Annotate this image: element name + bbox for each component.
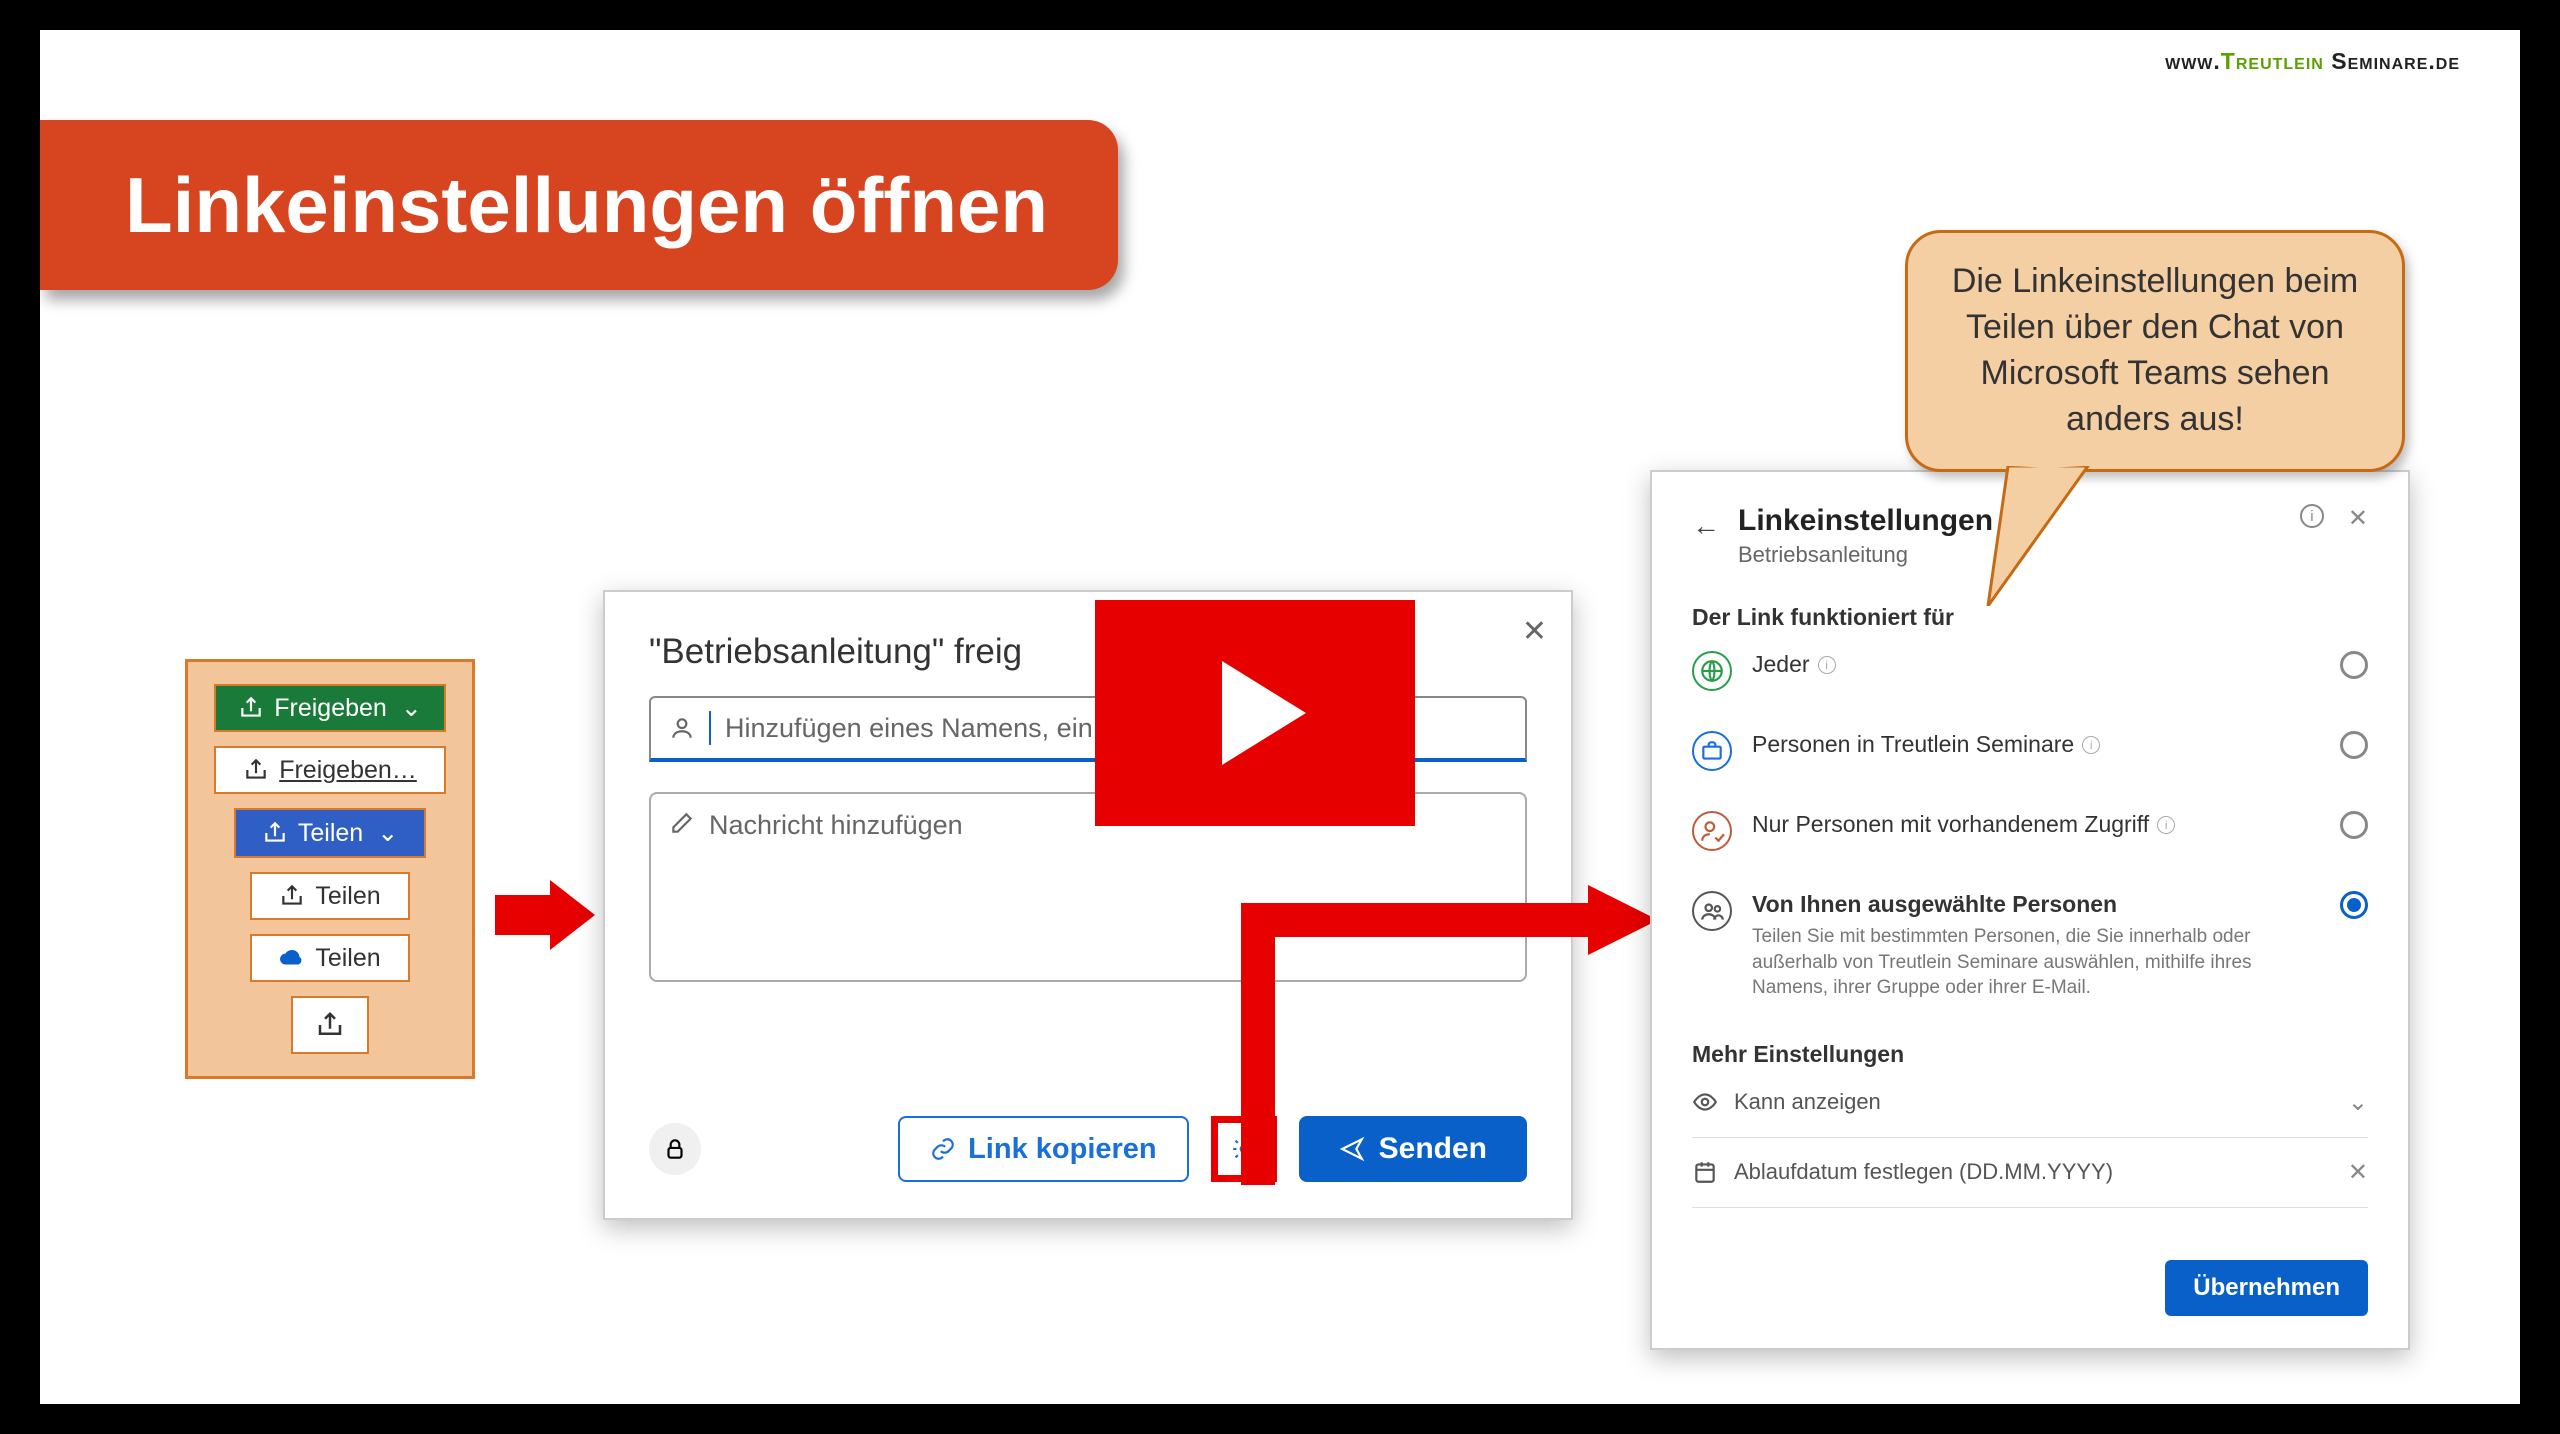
share-icon-only-button[interactable] (291, 996, 369, 1054)
eye-icon (1692, 1089, 1718, 1115)
name-input-placeholder: Hinzufügen eines Namens, ein (725, 713, 1093, 744)
radio-specific[interactable] (2340, 891, 2368, 919)
send-button[interactable]: Senden (1299, 1116, 1527, 1182)
freigeben-green-label: Freigeben (274, 694, 387, 723)
copy-link-button[interactable]: Link kopieren (898, 1116, 1189, 1182)
calendar-icon (1692, 1159, 1718, 1185)
info-icon: i (1818, 656, 1836, 674)
video-play-button[interactable] (1095, 600, 1415, 826)
link-settings-gear-button[interactable] (1211, 1116, 1277, 1182)
share-icon (315, 1010, 345, 1040)
share-icon (279, 883, 305, 909)
person-icon (669, 715, 695, 741)
option-organization-label: Personen in Treutlein Seminare (1752, 731, 2074, 758)
chevron-down-icon: ⌄ (2348, 1088, 2368, 1117)
close-button[interactable]: ✕ (2348, 504, 2368, 533)
send-icon (1339, 1136, 1365, 1162)
permission-label: Kann anzeigen (1734, 1089, 1881, 1115)
freigeben-white-button[interactable]: Freigeben… (214, 746, 446, 794)
permission-row[interactable]: Kann anzeigen ⌄ (1692, 1068, 2368, 1138)
freigeben-green-button[interactable]: Freigeben ⌄ (214, 684, 446, 732)
option-anyone-label: Jeder (1752, 651, 1810, 678)
expiry-row[interactable]: Ablaufdatum festlegen (DD.MM.YYYY) ✕ (1692, 1138, 2368, 1208)
share-icon (238, 695, 264, 721)
settings-title: Linkeinstellungen (1738, 504, 1993, 538)
play-icon (1222, 661, 1306, 765)
freigeben-white-label: Freigeben… (279, 756, 417, 785)
teilen-blue-button[interactable]: Teilen ⌄ (234, 808, 426, 858)
person-check-icon (1692, 811, 1732, 851)
info-icon: i (2157, 816, 2175, 834)
share-icon (243, 757, 269, 783)
link-icon (930, 1136, 956, 1162)
expiry-placeholder: Ablaufdatum festlegen (DD.MM.YYYY) (1734, 1159, 2113, 1185)
back-button[interactable]: ← (1692, 510, 1720, 542)
callout-bubble: Die Linkeinstellungen beim Teilen über d… (1905, 230, 2405, 472)
share-dialog: ✕ "Betriebsanleitung" freig Hinzufügen e… (603, 590, 1573, 1220)
option-specific-desc: Teilen Sie mit bestimmten Personen, die … (1752, 924, 2272, 1001)
globe-icon (1692, 651, 1732, 691)
lock-button[interactable] (649, 1123, 701, 1175)
brand-url: www.Treutlein Seminare.de (2165, 48, 2460, 75)
more-settings-label: Mehr Einstellungen (1692, 1041, 2368, 1068)
chevron-down-icon: ⌄ (401, 693, 422, 723)
teilen-white-label: Teilen (315, 882, 380, 911)
option-existing-label: Nur Personen mit vorhandenem Zugriff (1752, 811, 2149, 838)
option-organization[interactable]: Personen in Treutlein Seminare i (1692, 711, 2368, 791)
clear-icon[interactable]: ✕ (2348, 1158, 2368, 1187)
link-settings-panel: ← Linkeinstellungen Betriebsanleitung i … (1650, 470, 2410, 1350)
share-icon (262, 820, 288, 846)
arrow-indicator-1 (495, 880, 595, 950)
share-buttons-panel: Freigeben ⌄ Freigeben… Teilen ⌄ Teilen T… (185, 659, 475, 1079)
pencil-icon (669, 810, 695, 836)
apply-label: Übernehmen (2193, 1274, 2340, 1301)
slide-title-banner: Linkeinstellungen öffnen (40, 120, 1118, 290)
apply-button[interactable]: Übernehmen (2165, 1260, 2368, 1316)
section-label: Der Link funktioniert für (1692, 604, 2368, 631)
teilen-onedrive-button[interactable]: Teilen (250, 934, 410, 982)
teilen-blue-label: Teilen (298, 819, 363, 848)
teilen-white-button[interactable]: Teilen (250, 872, 410, 920)
option-anyone[interactable]: Jederi (1692, 631, 2368, 711)
info-icon: i (2082, 736, 2100, 754)
teilen-onedrive-label: Teilen (315, 944, 380, 973)
chevron-down-icon: ⌄ (377, 818, 398, 848)
radio-anyone[interactable] (2340, 651, 2368, 679)
slide-title: Linkeinstellungen öffnen (125, 160, 1048, 251)
option-specific-people[interactable]: Von Ihnen ausgewählte Personen Teilen Si… (1692, 871, 2368, 1021)
copy-link-label: Link kopieren (968, 1133, 1157, 1166)
option-specific-label: Von Ihnen ausgewählte Personen (1752, 891, 2117, 918)
callout-text: Die Linkeinstellungen beim Teilen über d… (1952, 262, 2358, 438)
text-cursor (709, 711, 711, 745)
send-label: Senden (1379, 1132, 1487, 1166)
option-existing-access[interactable]: Nur Personen mit vorhandenem Zugriff i (1692, 791, 2368, 871)
gear-icon (1231, 1136, 1257, 1162)
info-button[interactable]: i (2300, 504, 2324, 528)
radio-existing[interactable] (2340, 811, 2368, 839)
radio-organization[interactable] (2340, 731, 2368, 759)
settings-subtitle: Betriebsanleitung (1738, 542, 1993, 568)
close-button[interactable]: ✕ (1522, 614, 1547, 649)
lock-icon (662, 1136, 688, 1162)
briefcase-icon (1692, 731, 1732, 771)
cloud-icon (279, 945, 305, 971)
people-icon (1692, 891, 1732, 931)
message-placeholder: Nachricht hinzufügen (709, 810, 963, 841)
